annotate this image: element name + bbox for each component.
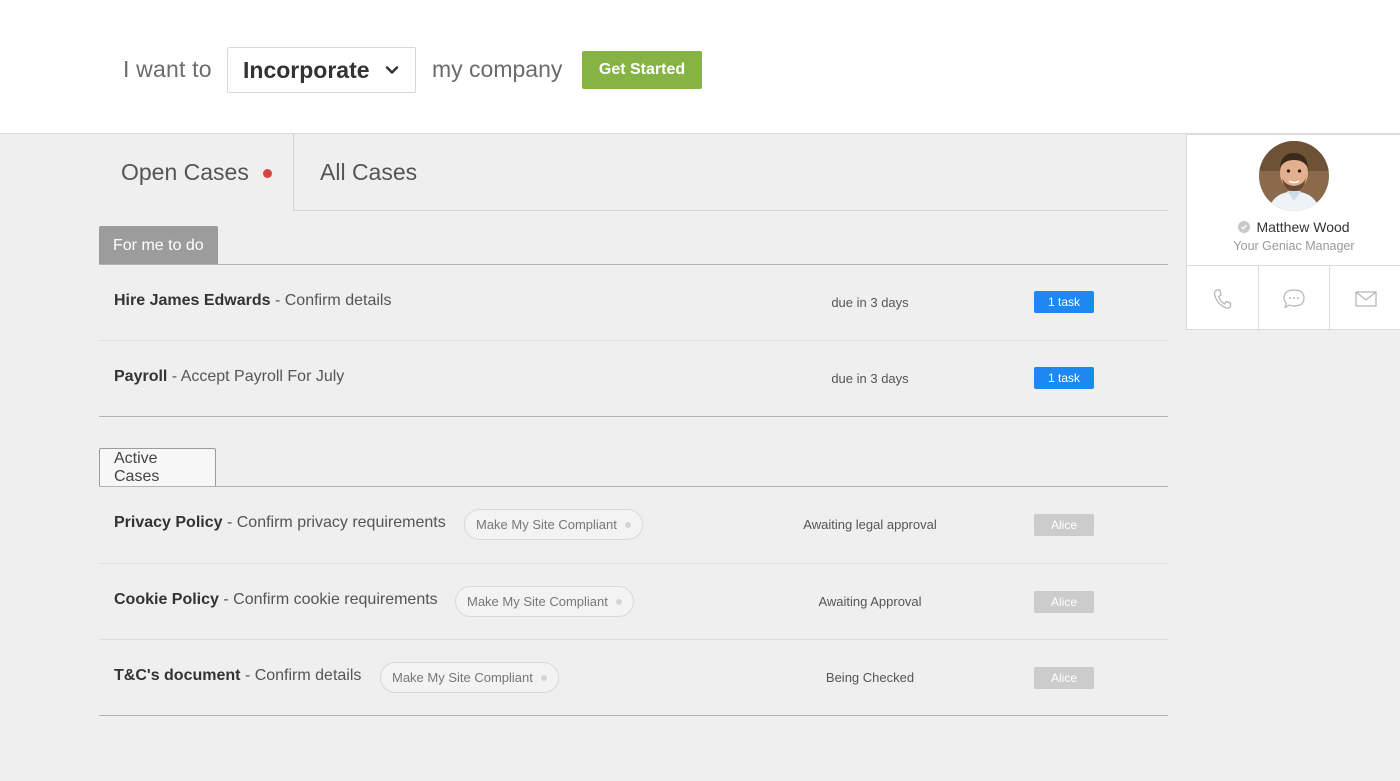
task-count-badge[interactable]: 1 task bbox=[1034, 291, 1094, 313]
top-bar: I want to Incorporate my company Get Sta… bbox=[0, 0, 1400, 134]
assignee-badge[interactable]: Alice bbox=[1034, 591, 1094, 613]
project-tag[interactable]: Make My Site Compliant bbox=[455, 586, 634, 617]
row-title: Payroll - Accept Payroll For July bbox=[114, 368, 345, 385]
row-title: T&C's document - Confirm details bbox=[114, 667, 362, 684]
section-label-todo: For me to do bbox=[99, 226, 218, 265]
active-case-row[interactable]: Privacy Policy - Confirm privacy require… bbox=[99, 487, 1168, 563]
tag-dot bbox=[624, 521, 631, 528]
tab-all-cases[interactable]: All Cases bbox=[320, 134, 417, 211]
verified-check-icon bbox=[1238, 221, 1251, 233]
case-status: Awaiting legal approval bbox=[803, 517, 937, 532]
project-tag[interactable]: Make My Site Compliant bbox=[464, 509, 643, 540]
tab-open-cases-label: Open Cases bbox=[121, 159, 249, 185]
todo-row[interactable]: Payroll - Accept Payroll For July due in… bbox=[99, 341, 1168, 417]
case-status: Being Checked bbox=[825, 670, 915, 685]
chevron-down-icon bbox=[385, 66, 399, 74]
row-title: Privacy Policy - Confirm privacy require… bbox=[114, 514, 446, 531]
assignee-badge[interactable]: Alice bbox=[1034, 514, 1094, 536]
manager-role: Your Geniac Manager bbox=[1233, 239, 1355, 253]
intent-select[interactable]: Incorporate bbox=[227, 47, 416, 93]
due-status: due in 3 days bbox=[831, 295, 909, 310]
notification-dot bbox=[262, 169, 272, 178]
call-button[interactable] bbox=[1187, 266, 1259, 331]
avatar[interactable] bbox=[1259, 141, 1329, 211]
avatar-image bbox=[1259, 141, 1329, 211]
intent-select-value: Incorporate bbox=[243, 56, 370, 83]
chat-icon bbox=[1283, 288, 1305, 308]
tabs-divider bbox=[294, 210, 1168, 211]
mail-icon bbox=[1355, 290, 1377, 307]
case-status: Awaiting Approval bbox=[818, 594, 922, 609]
tab-open-cases[interactable]: Open Cases bbox=[99, 134, 294, 211]
todo-row[interactable]: Hire James Edwards - Confirm details due… bbox=[99, 265, 1168, 341]
row-title: Hire James Edwards - Confirm details bbox=[114, 292, 392, 309]
phone-icon bbox=[1214, 288, 1232, 309]
tab-all-cases-label: All Cases bbox=[320, 159, 418, 185]
email-button[interactable] bbox=[1330, 266, 1400, 331]
manager-name-row: Matthew Wood bbox=[1187, 219, 1400, 235]
get-started-button[interactable]: Get Started bbox=[582, 51, 702, 89]
active-case-row[interactable]: T&C's document - Confirm details Make My… bbox=[99, 640, 1168, 716]
section-divider bbox=[99, 715, 1168, 716]
manager-card: Matthew Wood Your Geniac Manager bbox=[1186, 134, 1400, 331]
active-case-row[interactable]: Cookie Policy - Confirm cookie requireme… bbox=[99, 564, 1168, 640]
manager-contact-actions bbox=[1187, 265, 1400, 331]
project-tag[interactable]: Make My Site Compliant bbox=[380, 662, 559, 693]
section-label-active: Active Cases bbox=[99, 448, 216, 487]
tag-dot bbox=[615, 598, 622, 605]
intent-prefix: I want to bbox=[123, 56, 212, 82]
tag-dot bbox=[540, 674, 547, 681]
due-status: due in 3 days bbox=[831, 371, 909, 386]
intent-suffix: my company bbox=[432, 56, 563, 82]
section-divider bbox=[99, 416, 1168, 417]
manager-name: Matthew Wood bbox=[1256, 219, 1350, 235]
assignee-badge[interactable]: Alice bbox=[1034, 667, 1094, 689]
row-title: Cookie Policy - Confirm cookie requireme… bbox=[114, 591, 438, 608]
task-count-badge[interactable]: 1 task bbox=[1034, 367, 1094, 389]
chat-button[interactable] bbox=[1259, 266, 1331, 331]
